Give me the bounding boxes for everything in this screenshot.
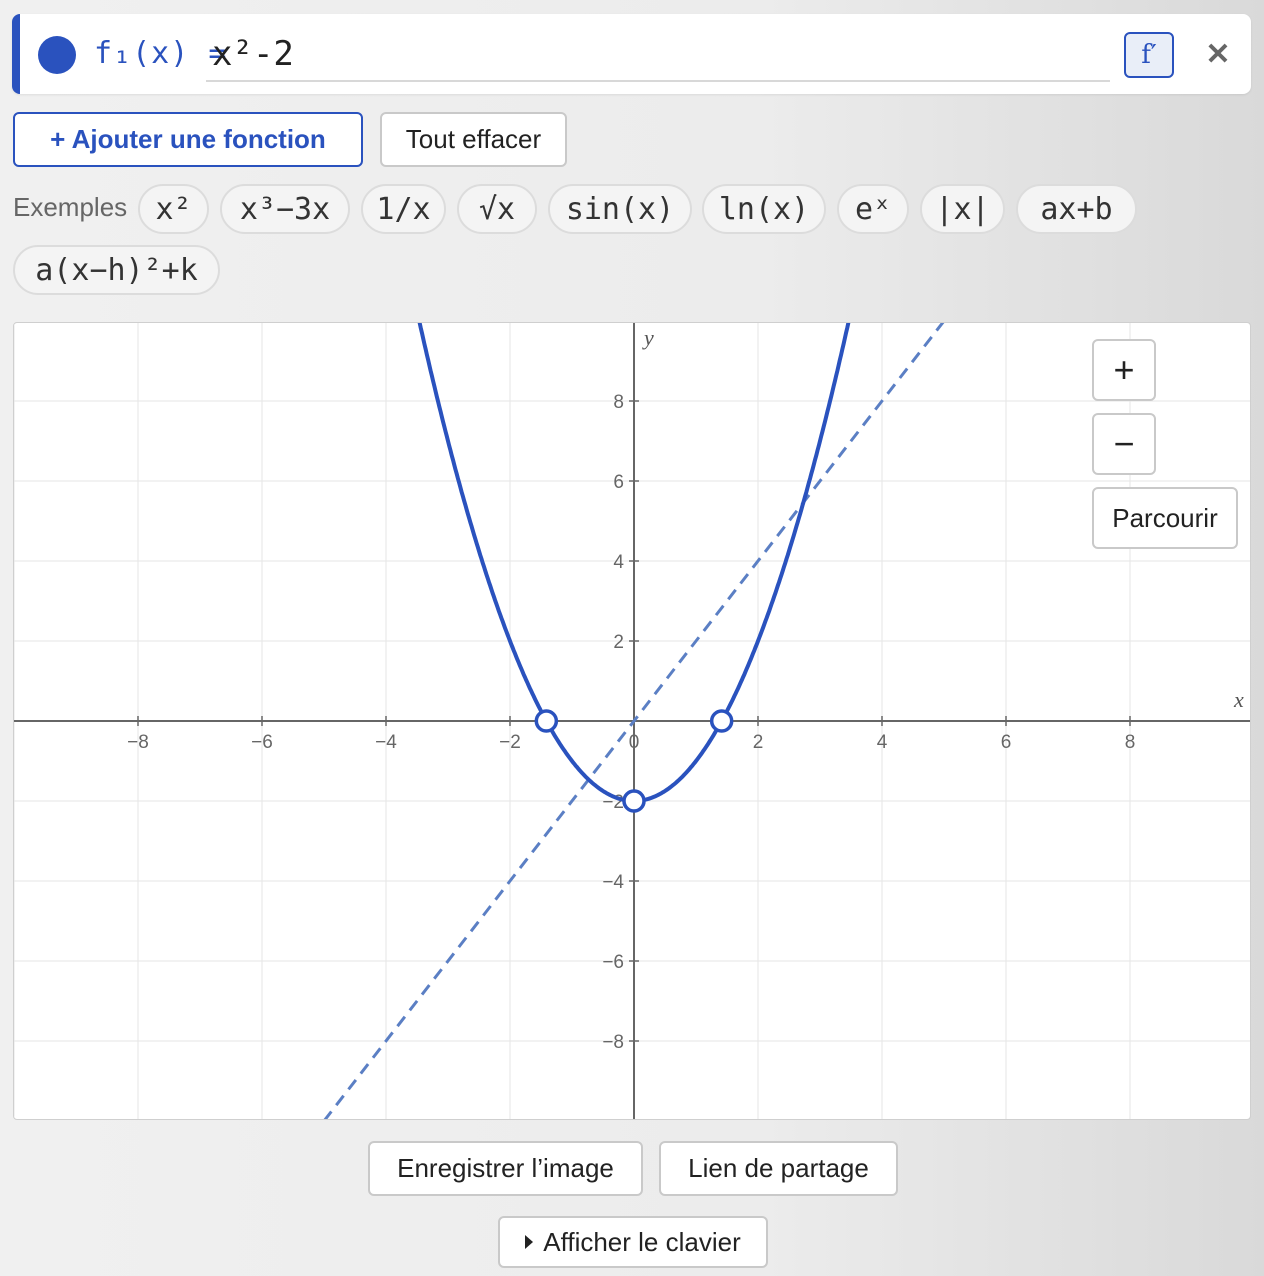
y-tick-label: −4	[602, 872, 624, 893]
examples-label: Exemples	[13, 192, 128, 222]
y-tick-label: 4	[613, 552, 624, 573]
show-keyboard-label: Afficher le clavier	[543, 1226, 741, 1257]
y-tick-label: −8	[602, 1032, 624, 1053]
y-axis-label: y	[642, 325, 654, 350]
trace-button[interactable]: Parcourir	[1092, 487, 1238, 549]
show-keyboard-button[interactable]: Afficher le clavier	[498, 1216, 768, 1268]
function-row: f₁(x) = f′ ✕	[12, 14, 1251, 94]
example-chip[interactable]: a(x−h)²+k	[13, 245, 220, 295]
example-chip[interactable]: √x	[457, 184, 537, 234]
graph-canvas[interactable]: −8 −6 −4 −2 0 2 4 6 8−8−6−4−22468xy	[14, 323, 1251, 1120]
x-tick-label: 4	[877, 732, 888, 753]
y-tick-label: 2	[613, 632, 624, 653]
x-tick-label: −2	[499, 732, 521, 753]
x-tick-label: −8	[127, 732, 149, 753]
x-tick-label: 6	[1001, 732, 1012, 753]
zoom-in-button[interactable]: +	[1092, 339, 1156, 401]
example-chip[interactable]: |x|	[920, 184, 1005, 234]
example-chip[interactable]: sin(x)	[548, 184, 692, 234]
key-point	[534, 709, 559, 733]
y-tick-label: 6	[613, 472, 624, 493]
x-tick-label: −4	[375, 732, 397, 753]
add-function-button[interactable]: + Ajouter une fonction	[13, 112, 363, 167]
y-tick-label: 8	[613, 392, 624, 413]
close-icon[interactable]: ✕	[1198, 34, 1238, 74]
x-tick-label: −6	[251, 732, 273, 753]
example-chip[interactable]: eˣ	[837, 184, 909, 234]
save-image-button[interactable]: Enregistrer l’image	[368, 1141, 643, 1196]
x-tick-label: 8	[1125, 732, 1136, 753]
derivative-button[interactable]: f′	[1124, 32, 1174, 78]
example-chip[interactable]: ln(x)	[702, 184, 826, 234]
x-tick-label: 0	[629, 732, 640, 753]
graph-panel[interactable]: −8 −6 −4 −2 0 2 4 6 8 −8 −6 −4 −2 2 4 6 8 x y + − Parcouri…	[13, 322, 1251, 1120]
share-link-button[interactable]: Lien de partage	[659, 1141, 898, 1196]
function-expression-input[interactable]	[206, 28, 1110, 82]
example-chip[interactable]: x²	[138, 184, 209, 234]
example-chip[interactable]: x³−3x	[220, 184, 350, 234]
key-point	[622, 789, 646, 813]
x-tick-label: 2	[753, 732, 764, 753]
example-chip[interactable]: 1/x	[361, 184, 446, 234]
clear-all-button[interactable]: Tout effacer	[380, 112, 567, 167]
example-chip[interactable]: ax+b	[1016, 184, 1137, 234]
zoom-out-button[interactable]: −	[1092, 413, 1156, 475]
key-point	[709, 709, 734, 733]
x-axis-label: x	[1233, 687, 1244, 712]
function-color-dot[interactable]	[38, 36, 76, 74]
y-tick-label: −6	[602, 952, 624, 973]
caret-right-icon	[525, 1235, 534, 1249]
